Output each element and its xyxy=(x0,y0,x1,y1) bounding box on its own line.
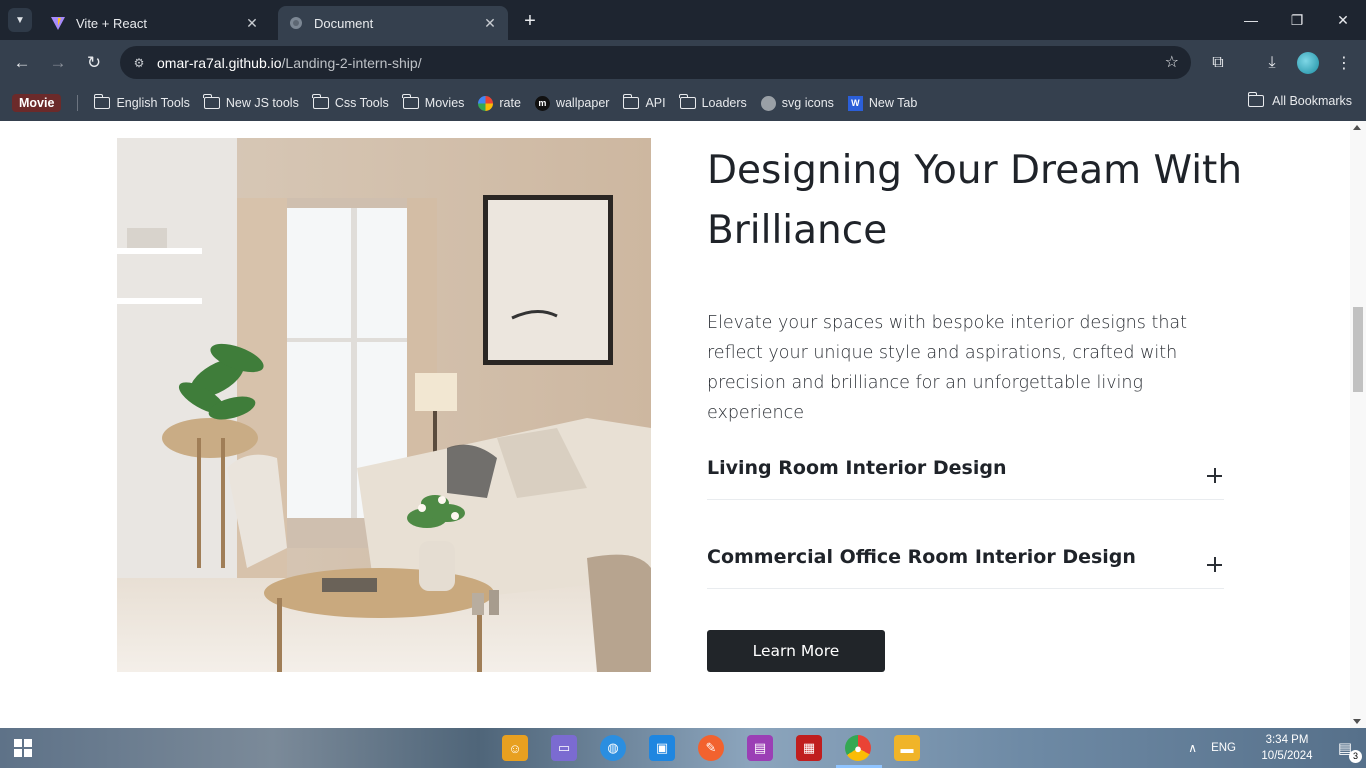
tab-vite-react[interactable]: Vite + React ✕ xyxy=(40,6,270,40)
bookmark-item[interactable]: English Tools xyxy=(93,94,190,110)
app-icon-taskbar-2[interactable]: ▭ xyxy=(551,735,577,761)
close-window-icon[interactable]: ✕ xyxy=(1320,0,1366,40)
globe-icon[interactable]: ◍ xyxy=(600,735,626,761)
bookmark-item[interactable]: rate xyxy=(478,95,521,111)
browser-chrome: ▼ Vite + React ✕ Document ✕ + — ❐ ✕ ← → … xyxy=(0,0,1366,121)
tab-strip: ▼ Vite + React ✕ Document ✕ + — ❐ ✕ xyxy=(0,0,1366,40)
vite-icon xyxy=(50,15,66,31)
menu-icon[interactable]: ⋮ xyxy=(1332,51,1356,75)
all-bookmarks[interactable]: All Bookmarks xyxy=(1247,92,1352,108)
scroll-down-icon[interactable] xyxy=(1353,719,1361,724)
learn-more-button[interactable]: Learn More xyxy=(707,630,885,672)
living-room-image xyxy=(117,138,651,672)
notification-icon[interactable]: ▤ 3 xyxy=(1334,737,1362,763)
bookmark-item[interactable]: W New Tab xyxy=(847,95,917,111)
back-arrow-icon[interactable]: ← xyxy=(10,51,34,75)
minimize-icon[interactable]: — xyxy=(1228,0,1274,40)
tab-title: Vite + React xyxy=(76,15,147,31)
accordion-item-living-room[interactable]: Living Room Interior Design xyxy=(707,457,1224,500)
bookmark-item[interactable]: Loaders xyxy=(679,94,747,110)
w-icon: W xyxy=(847,95,863,111)
extensions-icon[interactable]: ⧉ xyxy=(1206,51,1230,75)
bookmark-item[interactable]: New JS tools xyxy=(203,94,299,110)
bookmarks-bar: Movie English Tools New JS tools Css Too… xyxy=(0,85,1366,121)
site-settings-icon[interactable]: ⚙ xyxy=(128,52,150,74)
scrollbar-thumb[interactable] xyxy=(1353,307,1363,392)
bookmark-item[interactable]: Css Tools xyxy=(312,94,389,110)
plus-icon[interactable] xyxy=(1206,467,1224,485)
bookmark-item[interactable]: API xyxy=(622,94,666,110)
url-text[interactable]: omar-ra7al.github.io/Landing-2-intern-sh… xyxy=(157,55,422,71)
profile-avatar[interactable] xyxy=(1297,52,1319,74)
folder-icon xyxy=(1247,92,1265,107)
folder-icon xyxy=(622,94,640,109)
globe-icon xyxy=(288,15,304,31)
plus-icon[interactable] xyxy=(1206,556,1224,574)
folder-icon xyxy=(93,94,111,109)
page-viewport: Designing Your Dream With Brilliance Ele… xyxy=(0,121,1366,728)
clock-date: 10/5/2024 xyxy=(1261,750,1313,762)
globe-icon xyxy=(760,95,776,111)
clock-time: 3:34 PM xyxy=(1265,734,1309,746)
new-tab-icon[interactable]: + xyxy=(518,10,542,33)
bookmark-item[interactable]: svg icons xyxy=(760,95,834,111)
accordion-item-office-room[interactable]: Commercial Office Room Interior Design xyxy=(707,546,1224,589)
app-icon-taskbar-4[interactable]: ▣ xyxy=(649,735,675,761)
bookmark-movie[interactable]: Movie xyxy=(12,94,62,112)
tab-document[interactable]: Document ✕ xyxy=(278,6,508,40)
app-icon-taskbar-5[interactable]: ✎ xyxy=(698,735,724,761)
folder-icon xyxy=(402,94,419,109)
scrollbar[interactable] xyxy=(1350,121,1366,728)
accordion-title: Commercial Office Room Interior Design xyxy=(707,546,1136,568)
restore-icon[interactable]: ❐ xyxy=(1274,0,1320,40)
app-icon-taskbar-1[interactable]: ☺ xyxy=(502,735,528,761)
tab-search-button[interactable]: ▼ xyxy=(8,8,32,32)
scroll-up-icon[interactable] xyxy=(1353,125,1361,130)
folder-icon xyxy=(203,94,220,109)
terminal-icon[interactable]: ▤ xyxy=(747,735,773,761)
address-bar[interactable]: ⚙ omar-ra7al.github.io/Landing-2-intern-… xyxy=(120,46,1191,79)
bookmark-item[interactable]: m wallpaper xyxy=(534,95,609,111)
google-icon xyxy=(478,95,494,111)
bookmark-item[interactable]: Movies xyxy=(402,94,464,110)
folder-icon xyxy=(679,94,696,109)
clock[interactable]: 3:34 PM 10/5/2024 xyxy=(1252,732,1322,764)
accordion-title: Living Room Interior Design xyxy=(707,457,1007,479)
close-icon[interactable]: ✕ xyxy=(482,15,498,32)
divider xyxy=(77,95,79,111)
forward-arrow-icon[interactable]: → xyxy=(46,51,70,75)
chevron-down-icon: ▼ xyxy=(15,14,25,26)
windows-taskbar: ☺ ▭ ◍ ▣ ✎ ▤ ▦ ● ▬ ∧ ENG 3:34 PM 10/5/202… xyxy=(0,728,1366,768)
interior-illustration xyxy=(117,138,651,672)
window-controls: — ❐ ✕ xyxy=(1228,0,1366,40)
browser-toolbar: ← → ↻ ⚙ omar-ra7al.github.io/Landing-2-i… xyxy=(0,40,1366,85)
m-icon: m xyxy=(534,95,550,111)
notification-badge: 3 xyxy=(1349,750,1362,763)
windows-start-icon[interactable] xyxy=(14,739,32,757)
reload-icon[interactable]: ↻ xyxy=(82,51,106,75)
chevron-up-icon[interactable]: ∧ xyxy=(1188,741,1197,755)
download-icon[interactable]: ⤓ xyxy=(1260,51,1284,75)
close-icon[interactable]: ✕ xyxy=(244,15,260,32)
page-description: Elevate your spaces with bespoke interio… xyxy=(707,313,1187,423)
app-icon-taskbar-7[interactable]: ▦ xyxy=(796,735,822,761)
page-title: Designing Your Dream With Brilliance xyxy=(707,148,1243,253)
folder-icon xyxy=(312,94,329,109)
tab-title: Document xyxy=(314,15,374,31)
chrome-icon[interactable]: ● xyxy=(845,735,871,761)
file-explorer-icon[interactable]: ▬ xyxy=(894,735,920,761)
bookmark-star-icon[interactable]: ☆ xyxy=(1165,52,1179,72)
system-tray: ∧ ENG 3:34 PM 10/5/2024 ▤ 3 xyxy=(1188,728,1366,768)
language-indicator[interactable]: ENG xyxy=(1211,742,1236,754)
